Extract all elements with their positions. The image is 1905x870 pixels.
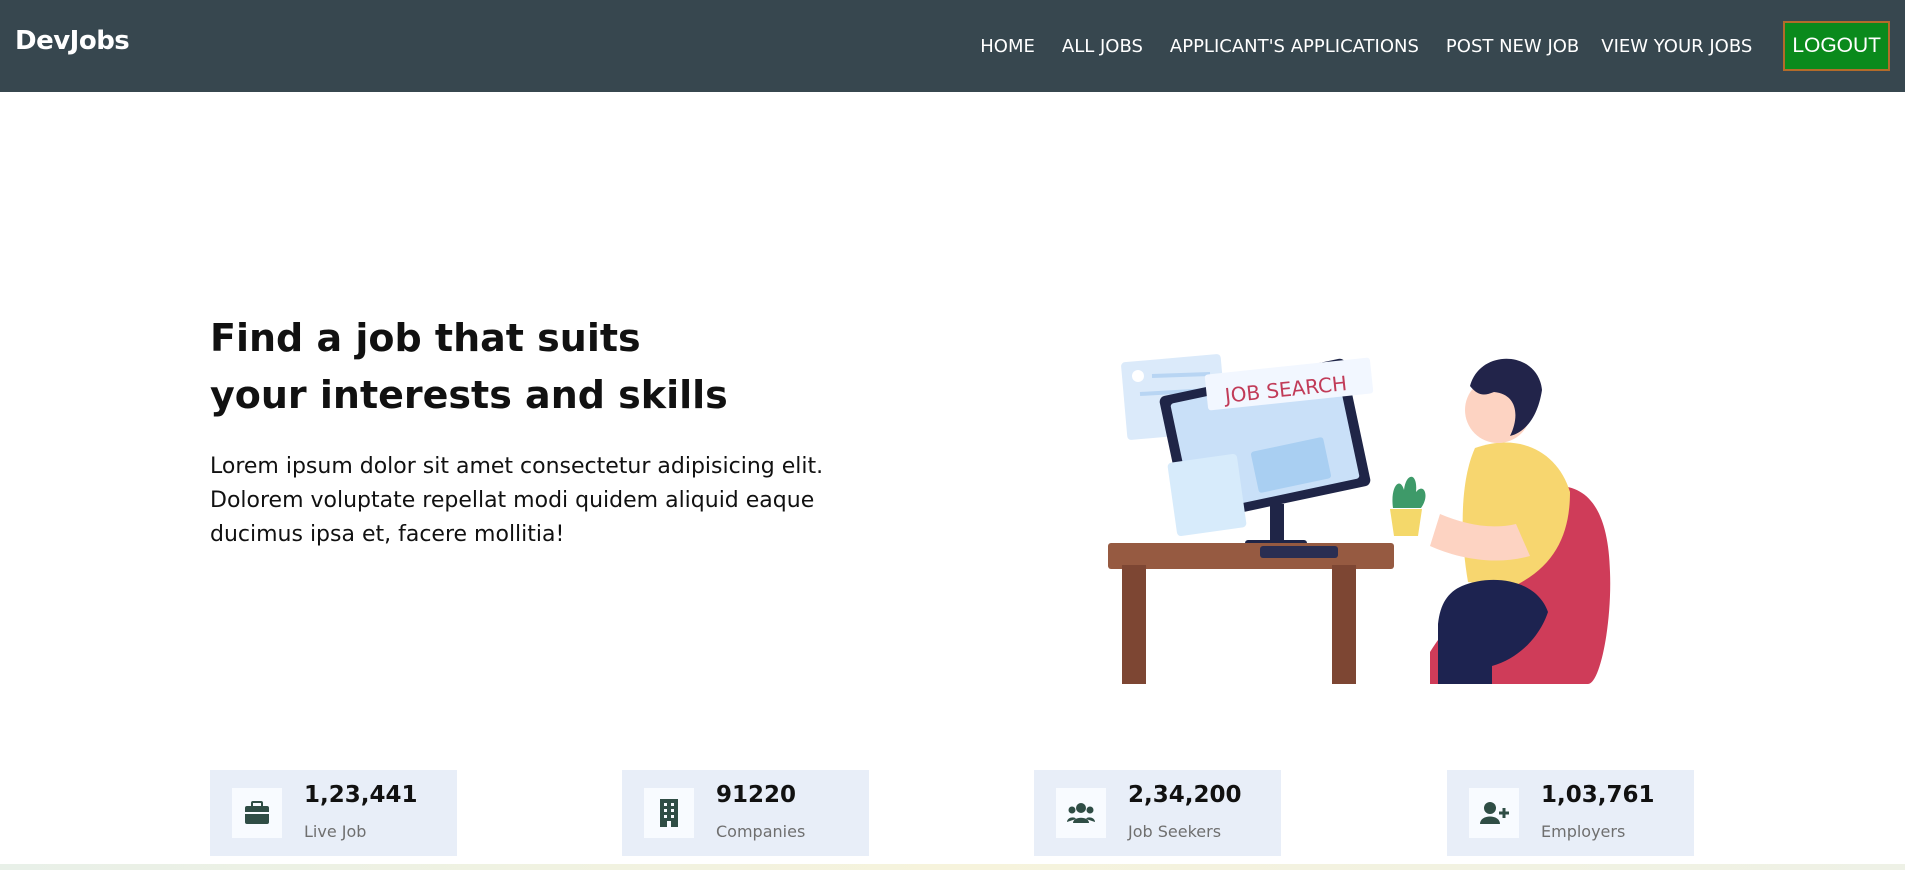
stat-label: Job Seekers bbox=[1128, 822, 1222, 841]
nav-post-new-job-link[interactable]: POST NEW JOB bbox=[1446, 36, 1579, 57]
hero-title-line-1: Find a job that suits bbox=[210, 316, 641, 360]
stat-card-live-jobs: 1,23,441 Live Job bbox=[210, 770, 457, 856]
keyboard bbox=[1260, 546, 1338, 558]
nav-view-your-jobs-link[interactable]: VIEW YOUR JOBS bbox=[1601, 36, 1752, 57]
bottom-background-strip bbox=[0, 864, 1905, 870]
stat-value: 1,03,761 bbox=[1541, 782, 1655, 808]
logout-button[interactable]: LOGOUT bbox=[1783, 21, 1890, 71]
desk-leg-right bbox=[1332, 565, 1356, 684]
monitor-stand bbox=[1270, 504, 1284, 546]
briefcase-icon bbox=[245, 801, 269, 824]
nav-home-link[interactable]: HOME bbox=[980, 36, 1035, 57]
nav-applicants-applications-link[interactable]: APPLICANT'S APPLICATIONS bbox=[1170, 36, 1419, 57]
stat-card-job-seekers: 2,34,200 Job Seekers bbox=[1034, 770, 1281, 856]
stat-value: 2,34,200 bbox=[1128, 782, 1242, 808]
brand-logo[interactable]: DevJobs bbox=[15, 26, 130, 56]
stat-value: 91220 bbox=[716, 782, 797, 808]
hero-title: Find a job that suits your interests and… bbox=[210, 310, 770, 424]
stat-icon-container bbox=[232, 788, 282, 838]
users-icon bbox=[1067, 803, 1095, 823]
stat-label: Employers bbox=[1541, 822, 1626, 841]
stat-icon-container bbox=[1056, 788, 1106, 838]
nav-all-jobs-link[interactable]: ALL JOBS bbox=[1062, 36, 1143, 57]
hero-description: Lorem ipsum dolor sit amet consectetur a… bbox=[210, 454, 824, 547]
stat-label: Companies bbox=[716, 822, 806, 841]
stat-card-employers: 1,03,761 Employers bbox=[1447, 770, 1694, 856]
stats-section: 1,23,441 Live Job 91220 Companies 2,34,2… bbox=[0, 770, 1905, 856]
user-plus-icon bbox=[1480, 802, 1509, 824]
main-navigation: HOME ALL JOBS APPLICANT'S APPLICATIONS P… bbox=[980, 0, 1905, 92]
plant-leaves bbox=[1392, 476, 1426, 508]
stat-label: Live Job bbox=[304, 822, 367, 841]
building-icon bbox=[660, 799, 678, 827]
stat-icon-container bbox=[644, 788, 694, 838]
stat-card-companies: 91220 Companies bbox=[622, 770, 869, 856]
navbar: DevJobs HOME ALL JOBS APPLICANT'S APPLIC… bbox=[0, 0, 1905, 92]
desk-leg-left bbox=[1122, 565, 1146, 684]
listing-avatar-circle bbox=[1132, 370, 1144, 382]
stat-value: 1,23,441 bbox=[304, 782, 418, 808]
side-listing-card bbox=[1167, 454, 1247, 536]
stat-icon-container bbox=[1469, 788, 1519, 838]
listing-line bbox=[1151, 372, 1211, 378]
hero-title-line-2: your interests and skills bbox=[210, 373, 728, 417]
job-search-illustration: JOB SEARCH bbox=[1108, 354, 1611, 684]
plant-pot bbox=[1390, 509, 1422, 536]
